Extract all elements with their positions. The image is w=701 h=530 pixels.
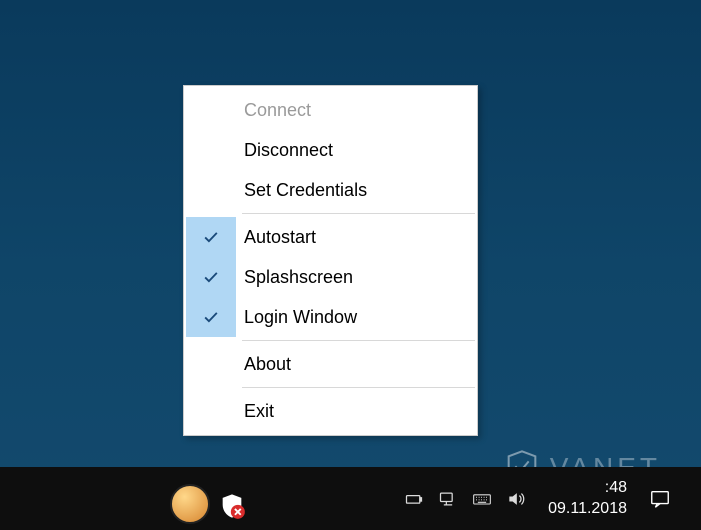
network-icon[interactable] — [438, 489, 458, 509]
check-col — [186, 344, 236, 384]
system-tray: :48 09.11.2018 — [404, 467, 671, 530]
volume-icon[interactable] — [506, 489, 526, 509]
menu-disconnect[interactable]: Disconnect — [186, 130, 475, 170]
menu-separator — [242, 340, 475, 341]
menu-label: Exit — [236, 401, 274, 422]
check-icon — [201, 227, 221, 247]
defender-icon[interactable] — [218, 492, 246, 520]
menu-set-credentials[interactable]: Set Credentials — [186, 170, 475, 210]
check-col — [186, 130, 236, 170]
menu-about[interactable]: About — [186, 344, 475, 384]
notifications-icon[interactable] — [649, 488, 671, 510]
clock-date: 09.11.2018 — [548, 499, 627, 520]
menu-label: Login Window — [236, 307, 357, 328]
tray-context-menu: Connect Disconnect Set Credentials Autos… — [183, 85, 478, 436]
check-col — [186, 257, 236, 297]
clock-time: :48 — [548, 478, 627, 499]
taskbar: :48 09.11.2018 — [0, 467, 701, 530]
taskbar-app-icon[interactable] — [170, 484, 210, 524]
check-col — [186, 90, 236, 130]
menu-label: Splashscreen — [236, 267, 353, 288]
check-icon — [201, 307, 221, 327]
menu-separator — [242, 213, 475, 214]
menu-label: Set Credentials — [236, 180, 367, 201]
check-col — [186, 170, 236, 210]
menu-splashscreen[interactable]: Splashscreen — [186, 257, 475, 297]
menu-autostart[interactable]: Autostart — [186, 217, 475, 257]
battery-icon[interactable] — [404, 489, 424, 509]
check-col — [186, 217, 236, 257]
menu-label: Disconnect — [236, 140, 333, 161]
taskbar-clock[interactable]: :48 09.11.2018 — [548, 478, 627, 520]
check-col — [186, 297, 236, 337]
menu-login-window[interactable]: Login Window — [186, 297, 475, 337]
menu-label: About — [236, 354, 291, 375]
menu-separator — [242, 387, 475, 388]
keyboard-icon[interactable] — [472, 489, 492, 509]
check-col — [186, 391, 236, 431]
menu-exit[interactable]: Exit — [186, 391, 475, 431]
check-icon — [201, 267, 221, 287]
menu-connect: Connect — [186, 90, 475, 130]
menu-label: Autostart — [236, 227, 316, 248]
menu-label: Connect — [236, 100, 311, 121]
